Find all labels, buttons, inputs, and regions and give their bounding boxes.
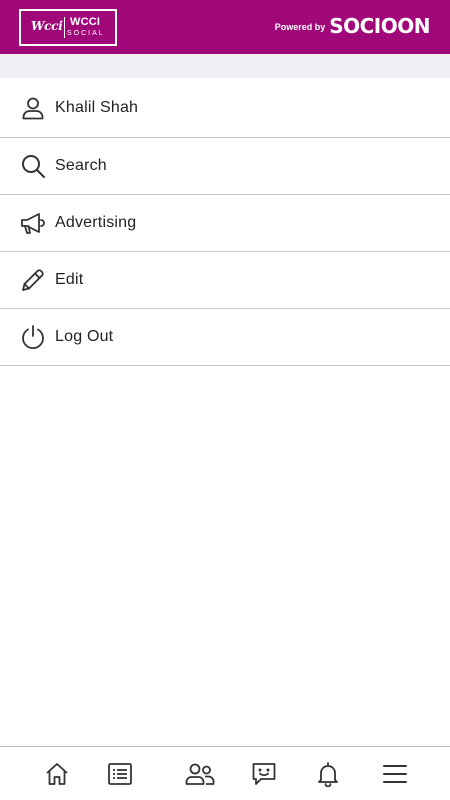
nav-notifications-button[interactable]	[314, 760, 342, 788]
logo-title: WCCI	[70, 16, 101, 28]
logo-subtitle: SOCIAL	[67, 30, 105, 37]
list-icon	[108, 763, 132, 785]
menu-item-label: Log Out	[55, 328, 114, 345]
nav-menu-button[interactable]	[381, 760, 409, 788]
logo-script-text: Wcci	[31, 19, 63, 33]
nav-messages-button[interactable]	[250, 760, 278, 788]
megaphone-icon	[20, 210, 46, 236]
logo-divider	[64, 17, 65, 38]
menu-item-edit[interactable]: Edit	[0, 252, 450, 309]
home-icon	[46, 763, 68, 785]
nav-feed-button[interactable]	[106, 760, 134, 788]
menu-item-label: Khalil Shah	[55, 98, 139, 116]
nav-home-button[interactable]	[43, 760, 71, 788]
side-menu-list: Khalil Shah Search Advertising Edit Log …	[0, 78, 450, 366]
menu-item-advertising[interactable]: Advertising	[0, 195, 450, 252]
menu-item-logout[interactable]: Log Out	[0, 309, 450, 366]
bell-icon	[318, 762, 338, 787]
menu-item-label: Advertising	[55, 214, 137, 231]
people-icon	[185, 763, 215, 785]
menu-item-search[interactable]: Search	[0, 138, 450, 195]
menu-item-label: Edit	[55, 271, 84, 288]
menu-item-label: Search	[55, 157, 107, 174]
power-icon	[20, 324, 46, 350]
app-header: Wcci WCCI SOCIAL Powered by SOCIOON	[0, 0, 450, 54]
hamburger-menu-icon	[383, 765, 407, 783]
wcci-social-logo[interactable]: Wcci WCCI SOCIAL	[19, 9, 117, 46]
menu-item-profile[interactable]: Khalil Shah	[0, 78, 450, 138]
chat-icon	[252, 763, 276, 785]
user-icon	[20, 95, 46, 121]
pencil-icon	[20, 267, 46, 293]
powered-by-text: Powered by	[274, 22, 326, 32]
powered-by-badge: Powered by SOCIOON	[274, 14, 431, 38]
socioon-brand-logo: SOCIOON	[329, 14, 430, 38]
nav-people-button[interactable]	[185, 760, 215, 788]
search-icon	[20, 153, 46, 179]
bottom-navigation-bar	[0, 746, 450, 800]
header-spacer-band	[0, 54, 450, 78]
